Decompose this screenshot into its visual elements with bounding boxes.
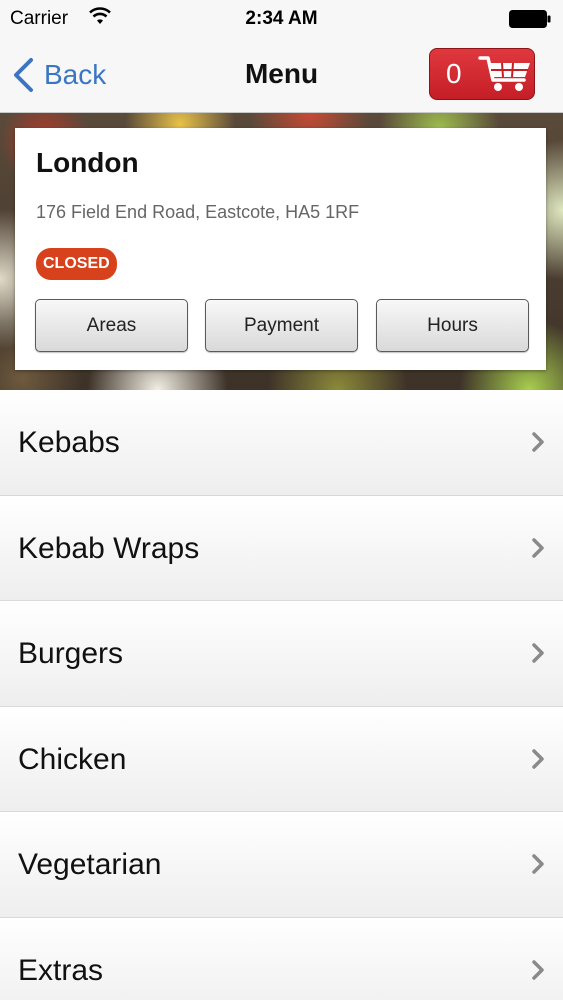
chevron-right-icon: [532, 854, 544, 874]
clock: 2:34 AM: [245, 8, 318, 29]
cart-count: 0: [446, 58, 462, 89]
chevron-right-icon: [532, 748, 544, 769]
menu-item-kebab-wraps[interactable]: Kebab Wraps: [0, 495, 563, 601]
areas-button[interactable]: Areas: [35, 299, 188, 352]
hero-banner-image: London 176 Field End Road, Eastcote, HA5…: [0, 113, 563, 390]
menu-item-kebabs[interactable]: Kebabs: [0, 390, 563, 496]
menu-item-label: Vegetarian: [18, 848, 162, 881]
menu-item-label: Kebab Wraps: [18, 531, 200, 565]
menu-item-chicken[interactable]: Chicken: [0, 706, 563, 812]
menu-item-label: Kebabs: [18, 426, 120, 459]
location-name: London: [36, 147, 139, 178]
chevron-right-icon: [532, 643, 544, 663]
shopping-cart-icon: [478, 56, 530, 91]
status-badge: CLOSED: [36, 248, 117, 280]
menu-item-label: Chicken: [18, 742, 127, 776]
menu-category-list: Kebabs Kebab Wraps Burgers Chicken Veget…: [0, 390, 563, 1000]
chevron-right-icon: [532, 537, 544, 558]
battery-icon: [509, 10, 551, 28]
navigation-bar: Back Menu 0: [0, 38, 563, 113]
status-bar: Carrier 2:34 AM: [0, 0, 563, 38]
location-card: London 176 Field End Road, Eastcote, HA5…: [15, 128, 546, 370]
app-screen: Carrier 2:34 AM Back Menu 0 London 176 F…: [0, 0, 563, 1000]
chevron-right-icon: [532, 432, 544, 452]
menu-item-label: Extras: [18, 953, 104, 987]
location-address: 176 Field End Road, Eastcote, HA5 1RF: [36, 202, 360, 222]
menu-item-extras[interactable]: Extras: [0, 917, 563, 1000]
payment-button[interactable]: Payment: [205, 299, 358, 352]
cart-button[interactable]: 0: [429, 48, 535, 100]
menu-item-burgers[interactable]: Burgers: [0, 601, 563, 707]
menu-item-vegetarian[interactable]: Vegetarian: [0, 812, 563, 918]
hours-button[interactable]: Hours: [376, 299, 529, 352]
chevron-right-icon: [532, 959, 544, 980]
menu-item-label: Burgers: [18, 637, 124, 670]
